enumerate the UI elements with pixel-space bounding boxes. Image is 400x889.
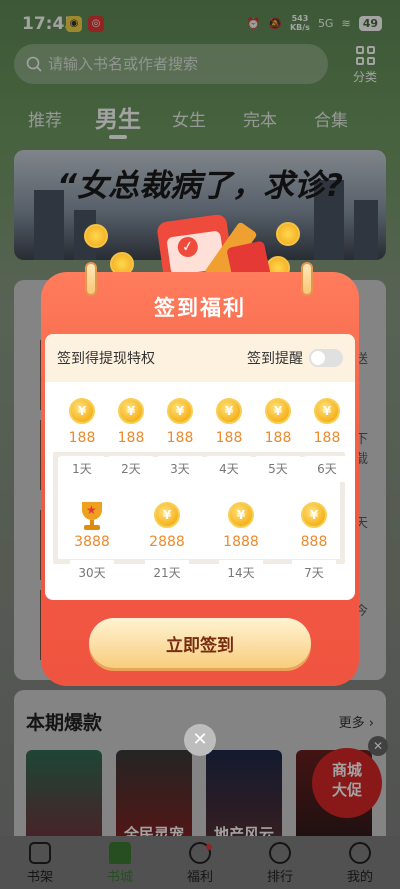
coin-icon: ¥	[167, 398, 193, 424]
day-label: 5天	[256, 456, 300, 482]
checkin-dialog: 签到福利 签到得提现特权 签到提醒 ¥ ¥ ¥ ¥ ¥ ¥ 188 188 18…	[41, 262, 359, 686]
trophy-icon: ★	[78, 502, 106, 530]
panel-header: 签到得提现特权 签到提醒	[45, 334, 355, 382]
calendar-ring	[301, 262, 313, 296]
coin-icon: ¥	[265, 398, 291, 424]
checkin-panel: 签到得提现特权 签到提醒 ¥ ¥ ¥ ¥ ¥ ¥ 188 188 188 188…	[45, 334, 355, 600]
remind-toggle[interactable]	[309, 349, 343, 367]
dialog-title: 签到福利	[154, 296, 246, 320]
coin-icon: ¥	[69, 398, 95, 424]
day-label: 4天	[207, 456, 251, 482]
close-icon[interactable]: ✕	[184, 724, 216, 756]
reward-amount: 3888	[74, 534, 110, 550]
coin-icon: ¥	[228, 502, 254, 528]
day-label: 6天	[305, 456, 349, 482]
privilege-text: 签到得提现特权	[57, 351, 155, 367]
day-label: 1天	[60, 456, 104, 482]
coin-icon: ¥	[301, 502, 327, 528]
reward-amount: 888	[300, 534, 328, 550]
coin-icon	[276, 222, 300, 246]
calendar-ring	[85, 262, 97, 296]
remind-setting: 签到提醒	[247, 348, 343, 368]
reward-amount: 188	[313, 430, 341, 446]
sign-in-button[interactable]: 立即签到	[89, 618, 311, 668]
coin-icon: ¥	[314, 398, 340, 424]
reward-amount: 1888	[223, 534, 259, 550]
day-label: 21天	[145, 560, 189, 586]
coin-icon: ¥	[216, 398, 242, 424]
day-label: 2天	[109, 456, 153, 482]
coin-icon	[84, 224, 108, 248]
day-label: 3天	[158, 456, 202, 482]
day-label: 7天	[292, 560, 336, 586]
coin-icon: ¥	[154, 502, 180, 528]
day-label: 14天	[219, 560, 263, 586]
remind-label: 签到提醒	[247, 351, 303, 367]
reward-amount: 2888	[149, 534, 185, 550]
day-label: 30天	[70, 560, 114, 586]
coin-icon: ¥	[118, 398, 144, 424]
